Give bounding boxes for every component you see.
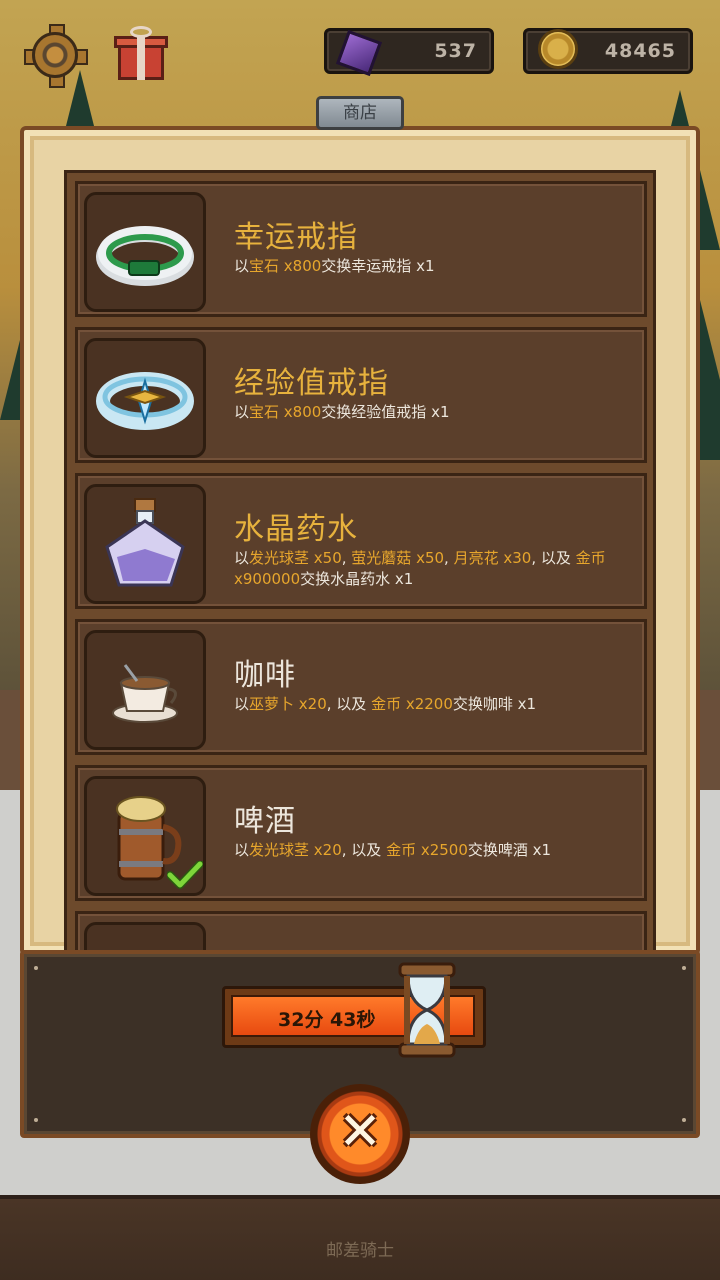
close-button[interactable]: ✕ <box>310 1084 410 1184</box>
item-desc: 以发光球茎 x50, 萤光蘑菇 x50, 月亮花 x30, 以及 金币 x900… <box>234 548 634 590</box>
desc-text: 交换水晶药水 x1 <box>300 570 414 588</box>
desc-highlight: 宝石 x800 <box>249 257 322 275</box>
desc-highlight: 发光球茎 x20 <box>249 841 342 859</box>
gift-icon[interactable] <box>110 24 172 86</box>
desc-highlight: 月亮花 x30 <box>453 549 532 567</box>
desc-text: 以 <box>234 257 250 275</box>
desc-text: , 以及 <box>341 841 387 859</box>
desc-text: 以 <box>234 841 250 859</box>
shop-item[interactable]: 咖啡 以巫萝卜 x20, 以及 金币 x2200交换咖啡 x1 <box>75 619 647 755</box>
gold-count: 48465 <box>604 40 676 62</box>
gold-counter: 48465 <box>523 28 693 74</box>
desc-text: 交换幸运戒指 x1 <box>321 257 435 275</box>
item-desc: 以宝石 x800交换经验值戒指 x1 <box>234 402 634 423</box>
shop-item-list[interactable]: 幸运戒指 以宝石 x800交换幸运戒指 x1 经验值戒指 以宝石 x800交换经… <box>64 170 656 970</box>
desc-highlight: 金币 x2500 <box>386 841 468 859</box>
shop-item[interactable]: 水晶药水 以发光球茎 x50, 萤光蘑菇 x50, 月亮花 x30, 以及 金币… <box>75 473 647 609</box>
gem-counter: 537 <box>324 27 494 77</box>
desc-highlight: 发光球茎 x50 <box>249 549 342 567</box>
lucky-ring-icon <box>84 192 206 312</box>
crystal-potion-icon <box>84 484 206 604</box>
timer-label: 32分 43秒 <box>278 1009 376 1031</box>
desc-text: 交换啤酒 x1 <box>467 841 552 859</box>
desc-text: , <box>341 549 352 567</box>
close-icon: ✕ <box>338 1102 382 1162</box>
shop-item[interactable]: 啤酒 以发光球茎 x20, 以及 金币 x2500交换啤酒 x1 <box>75 765 647 901</box>
item-desc: 以巫萝卜 x20, 以及 金币 x2200交换咖啡 x1 <box>234 694 634 715</box>
item-desc: 以宝石 x800交换幸运戒指 x1 <box>234 256 634 277</box>
tab-shop-label: 商店 <box>343 103 377 123</box>
item-name: 幸运戒指 <box>234 220 358 255</box>
exp-ring-icon <box>84 338 206 458</box>
desc-text: 以 <box>234 549 250 567</box>
desc-text: 交换咖啡 x1 <box>452 695 537 713</box>
desc-text: 以 <box>234 695 250 713</box>
gold-coin-icon <box>538 29 578 69</box>
tab-shop[interactable]: 商店 <box>316 96 404 130</box>
item-desc: 以发光球茎 x20, 以及 金币 x2500交换啤酒 x1 <box>234 840 634 861</box>
footer-title: 邮差骑士 <box>326 1241 394 1261</box>
item-name: 经验值戒指 <box>234 366 389 401</box>
shop-item[interactable]: 幸运戒指 以宝石 x800交换幸运戒指 x1 <box>75 181 647 317</box>
desc-text: , 以及 <box>531 549 576 567</box>
desc-highlight: 宝石 x800 <box>249 403 322 421</box>
check-icon <box>167 861 203 889</box>
gem-icon <box>335 27 383 77</box>
item-name: 水晶药水 <box>234 512 358 547</box>
desc-highlight: 金币 x2200 <box>371 695 453 713</box>
coffee-icon <box>84 630 206 750</box>
desc-text: 交换经验值戒指 x1 <box>321 403 450 421</box>
desc-highlight: 巫萝卜 x20 <box>249 695 327 713</box>
gear-icon[interactable] <box>24 24 88 88</box>
gem-count: 537 <box>434 40 477 62</box>
item-name: 咖啡 <box>234 658 296 693</box>
desc-text: , 以及 <box>326 695 372 713</box>
beer-icon <box>84 776 206 896</box>
desc-text: 以 <box>234 403 250 421</box>
item-name: 啤酒 <box>234 804 296 839</box>
shop-item[interactable]: 经验值戒指 以宝石 x800交换经验值戒指 x1 <box>75 327 647 463</box>
desc-highlight: 萤光蘑菇 x50 <box>351 549 445 567</box>
desc-text: , <box>444 549 454 567</box>
hourglass-icon <box>398 962 456 1058</box>
